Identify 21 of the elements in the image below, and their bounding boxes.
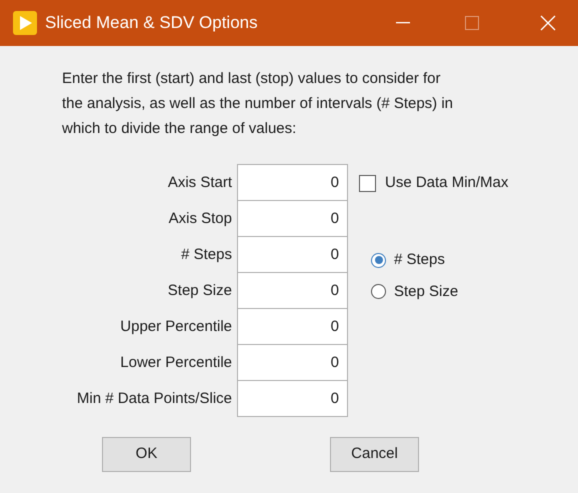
input-field[interactable]: 0 [237, 200, 348, 237]
input-field[interactable]: 0 [237, 380, 348, 417]
field-label: Upper Percentile [119, 316, 233, 337]
field-label: # Steps [180, 244, 233, 265]
checkbox-label: Use Data Min/Max [385, 172, 508, 193]
ok-button[interactable]: OK [102, 437, 191, 472]
input-field[interactable]: 0 [237, 236, 348, 273]
radio-label: # Steps [394, 250, 445, 270]
field-label: Lower Percentile [119, 352, 233, 373]
field-label: Min # Data Points/Slice [76, 388, 233, 409]
cancel-button[interactable]: Cancel [330, 437, 419, 472]
window-title: Sliced Mean & SDV Options [45, 12, 258, 34]
radio-label: Step Size [394, 282, 458, 302]
instructions-text: Enter the first (start) and last (stop) values to consider for the analysis, as well as the number of intervals (# Steps) in which to divide the range of values: [62, 69, 454, 139]
input-field[interactable]: 0 [237, 164, 348, 201]
field-label: Axis Stop [168, 208, 233, 229]
input-field[interactable]: 0 [237, 344, 348, 381]
input-field[interactable]: 0 [237, 308, 348, 345]
field-label: Step Size [166, 280, 233, 301]
field-label: Axis Start [166, 172, 233, 193]
input-field[interactable]: 0 [237, 272, 348, 309]
